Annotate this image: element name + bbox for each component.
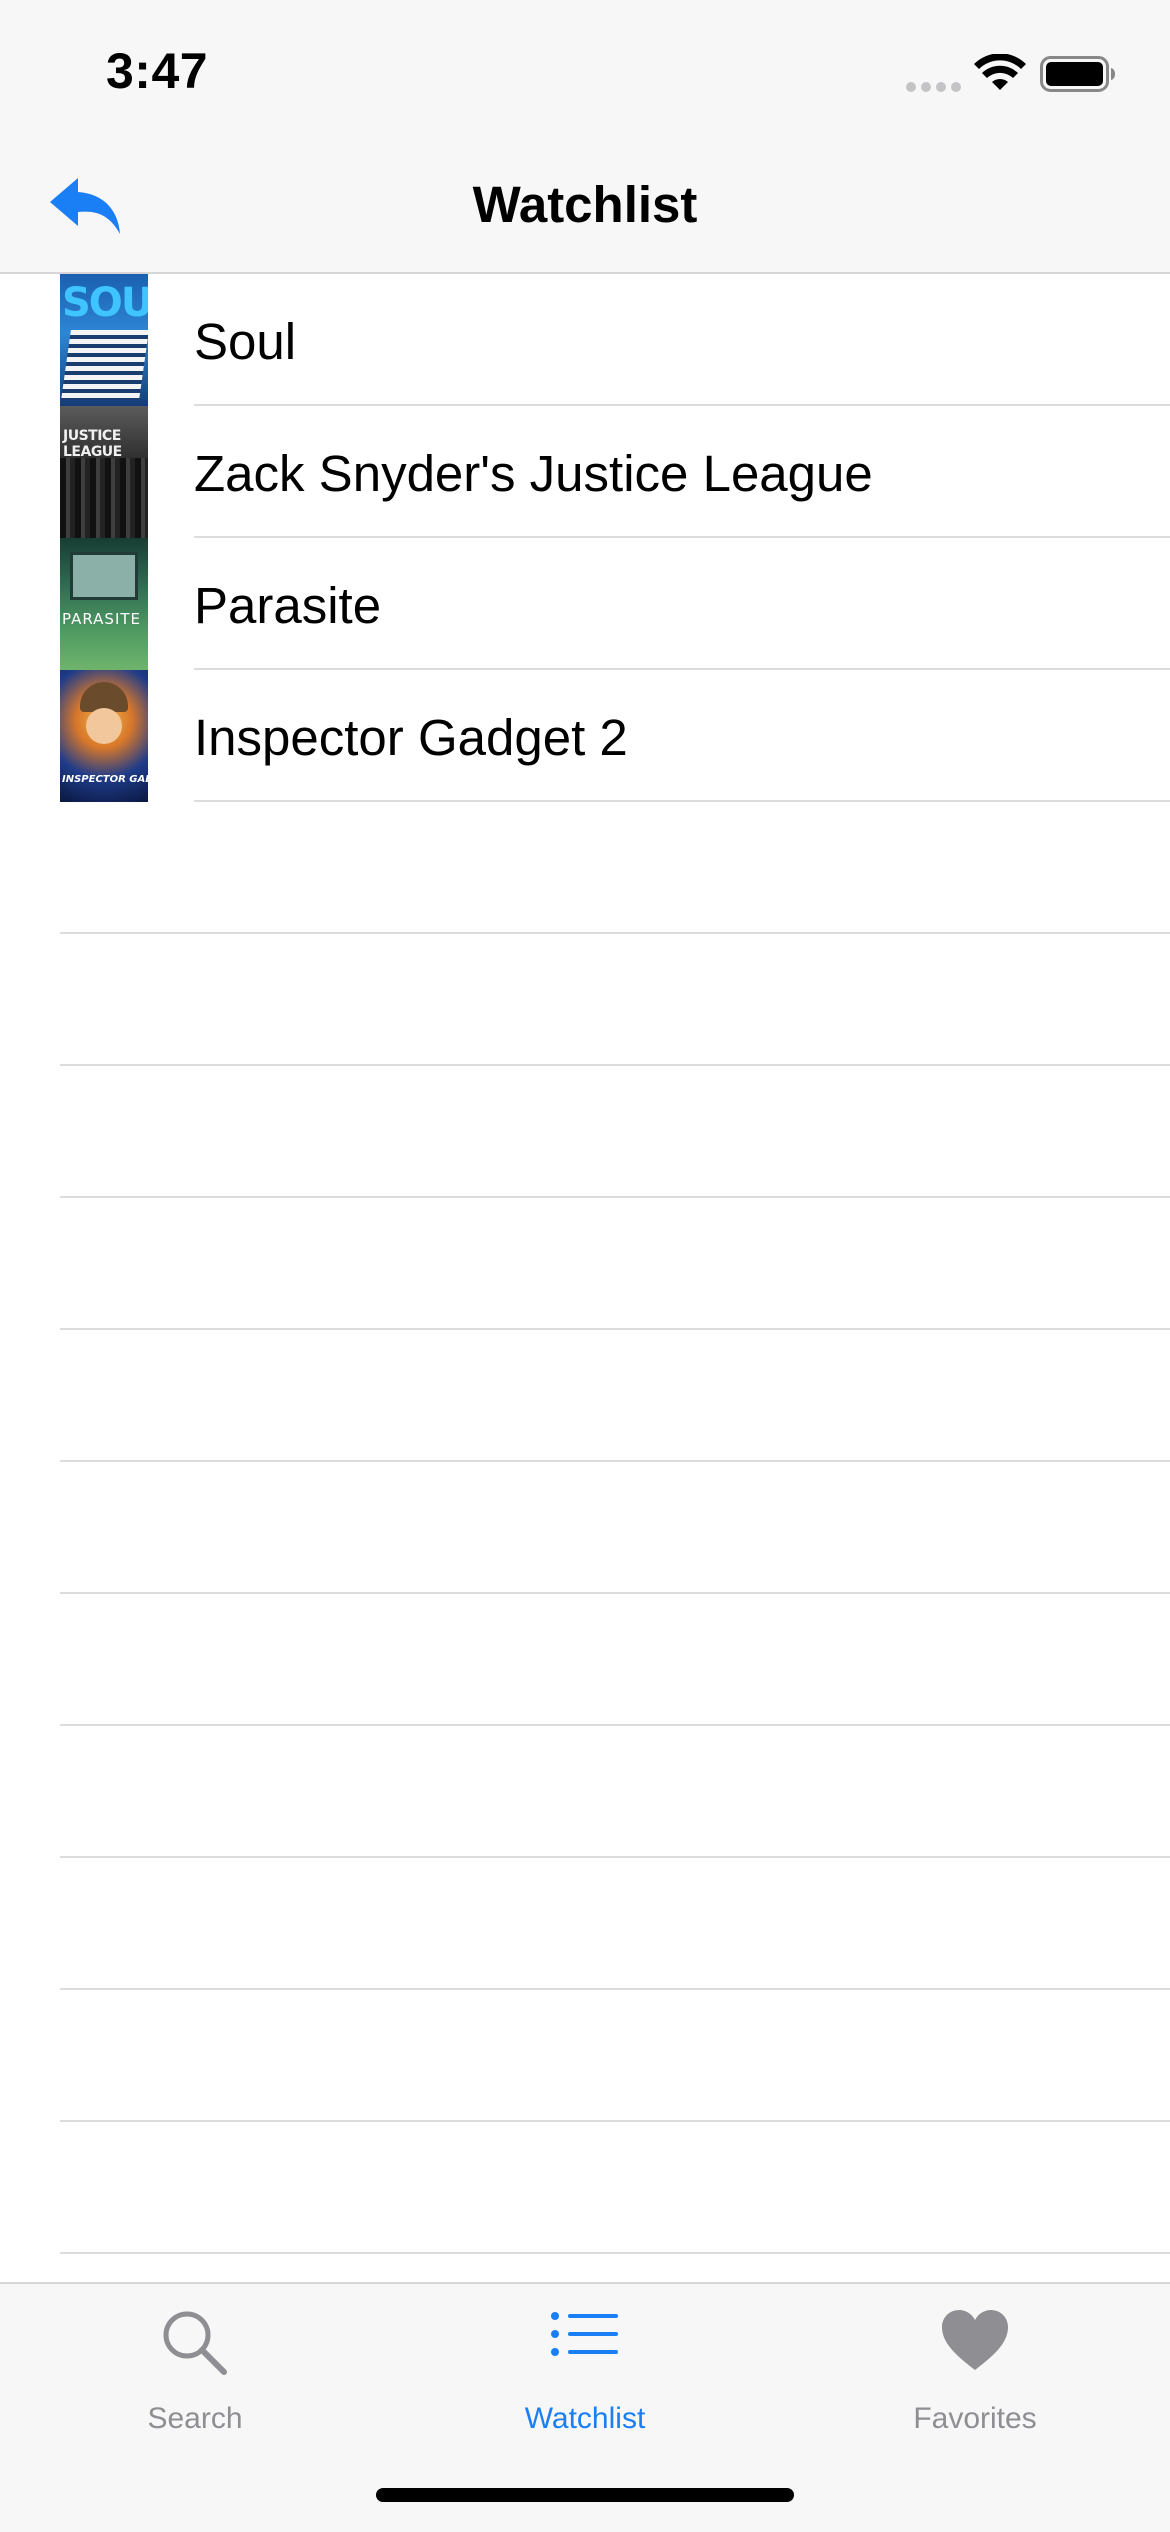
tab-label: Watchlist	[524, 2402, 646, 2435]
cellular-dots-icon	[906, 82, 961, 92]
movie-title: Zack Snyder's Justice League	[194, 445, 873, 502]
empty-row	[0, 934, 1170, 1066]
movie-poster: JUSTICE LEAGUE	[60, 406, 148, 538]
poster-title: PARASITE	[62, 610, 142, 628]
tab-label: Search	[147, 2402, 243, 2435]
list-item[interactable]: JUSTICE LEAGUE Zack Snyder's Justice Lea…	[0, 406, 1170, 538]
screen: 3:47 Watchlist SOUL Soul	[0, 0, 1170, 2532]
magnifier-icon	[163, 2311, 227, 2375]
movie-title: Inspector Gadget 2	[194, 709, 628, 766]
empty-row	[0, 1198, 1170, 1330]
empty-row	[0, 1594, 1170, 1726]
movie-title: Parasite	[194, 577, 382, 634]
movie-title: Soul	[194, 313, 297, 370]
movie-poster: PARASITE	[60, 538, 148, 670]
poster-title: SOUL	[62, 280, 148, 326]
top-bar: 3:47 Watchlist	[0, 0, 1170, 274]
empty-row	[0, 1858, 1170, 1990]
home-indicator	[376, 2488, 794, 2502]
row-separator	[60, 2252, 1170, 2254]
empty-row	[0, 1990, 1170, 2122]
movie-poster: INSPECTOR GADGET 2	[60, 670, 148, 802]
empty-row	[0, 2122, 1170, 2254]
movie-poster: SOUL	[60, 274, 148, 406]
page-title: Watchlist	[472, 176, 698, 233]
empty-row	[0, 1726, 1170, 1858]
empty-row	[0, 1066, 1170, 1198]
empty-row	[0, 1462, 1170, 1594]
watchlist-table: SOUL Soul JUSTICE LEAGUE Zack Snyder's J…	[0, 274, 1170, 2254]
list-item[interactable]: SOUL Soul	[0, 274, 1170, 406]
battery-full-icon	[1040, 56, 1115, 92]
tab-label: Favorites	[913, 2402, 1037, 2435]
empty-row	[0, 802, 1170, 934]
list-item[interactable]: INSPECTOR GADGET 2 Inspector Gadget 2	[0, 670, 1170, 802]
poster-title: INSPECTOR GADGET 2	[62, 774, 148, 785]
status-time: 3:47	[106, 43, 209, 99]
list-item[interactable]: PARASITE Parasite	[0, 538, 1170, 670]
tab-watchlist[interactable]: Watchlist	[390, 2284, 780, 2464]
tab-search[interactable]: Search	[0, 2284, 390, 2464]
wifi-icon	[974, 54, 1026, 90]
heart-icon	[942, 2310, 1008, 2370]
list-icon	[551, 2312, 618, 2356]
tab-favorites[interactable]: Favorites	[780, 2284, 1170, 2464]
poster-title: JUSTICE LEAGUE	[63, 428, 122, 460]
empty-row	[0, 1330, 1170, 1462]
